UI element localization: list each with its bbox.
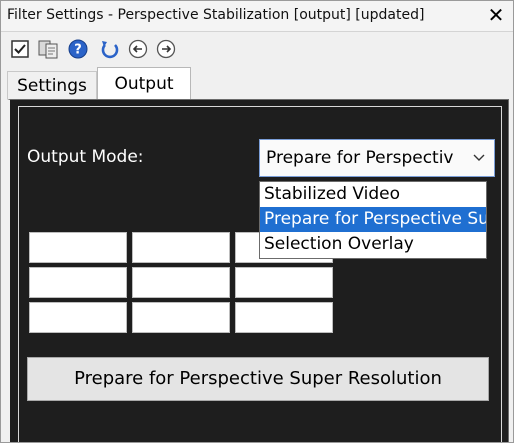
output-mode-label: Output Mode: [27, 147, 144, 167]
checkbox-icon[interactable] [9, 38, 31, 60]
output-mode-dropdown-list: Stabilized Video Prepare for Perspective… [259, 181, 487, 259]
copy-settings-icon[interactable] [37, 38, 59, 60]
next-icon[interactable] [155, 38, 177, 60]
tab-settings[interactable]: Settings [7, 71, 97, 99]
grid-cell[interactable] [235, 302, 333, 333]
grid-cell[interactable] [132, 267, 230, 298]
tab-strip: Settings Output [1, 67, 513, 99]
filter-settings-window: Filter Settings - Perspective Stabilizat… [0, 0, 514, 443]
chevron-down-icon[interactable] [472, 140, 486, 176]
grid-cell[interactable] [132, 302, 230, 333]
toolbar: ? [1, 32, 513, 66]
tab-output[interactable]: Output [97, 67, 191, 99]
grid-cell[interactable] [132, 232, 230, 263]
grid-cell[interactable] [29, 267, 127, 298]
title-bar[interactable]: Filter Settings - Perspective Stabilizat… [1, 1, 513, 32]
reset-icon[interactable] [99, 38, 121, 60]
output-mode-select[interactable]: Prepare for Perspectiv [259, 139, 495, 177]
help-icon[interactable]: ? [67, 38, 89, 60]
previous-icon[interactable] [127, 38, 149, 60]
dropdown-option-selection-overlay[interactable]: Selection Overlay [260, 232, 486, 257]
grid-cell[interactable] [29, 232, 127, 263]
prepare-super-resolution-button[interactable]: Prepare for Perspective Super Resolution [27, 357, 489, 401]
close-button[interactable]: ✕ [485, 4, 507, 26]
output-mode-selected-value: Prepare for Perspectiv [266, 148, 454, 168]
svg-text:?: ? [74, 43, 82, 58]
dropdown-option-stabilized-video[interactable]: Stabilized Video [260, 182, 486, 207]
dropdown-option-prepare-super-resolution[interactable]: Prepare for Perspective Su [260, 207, 486, 232]
grid-cell[interactable] [235, 267, 333, 298]
grid-cell[interactable] [29, 302, 127, 333]
window-title: Filter Settings - Perspective Stabilizat… [7, 7, 425, 23]
